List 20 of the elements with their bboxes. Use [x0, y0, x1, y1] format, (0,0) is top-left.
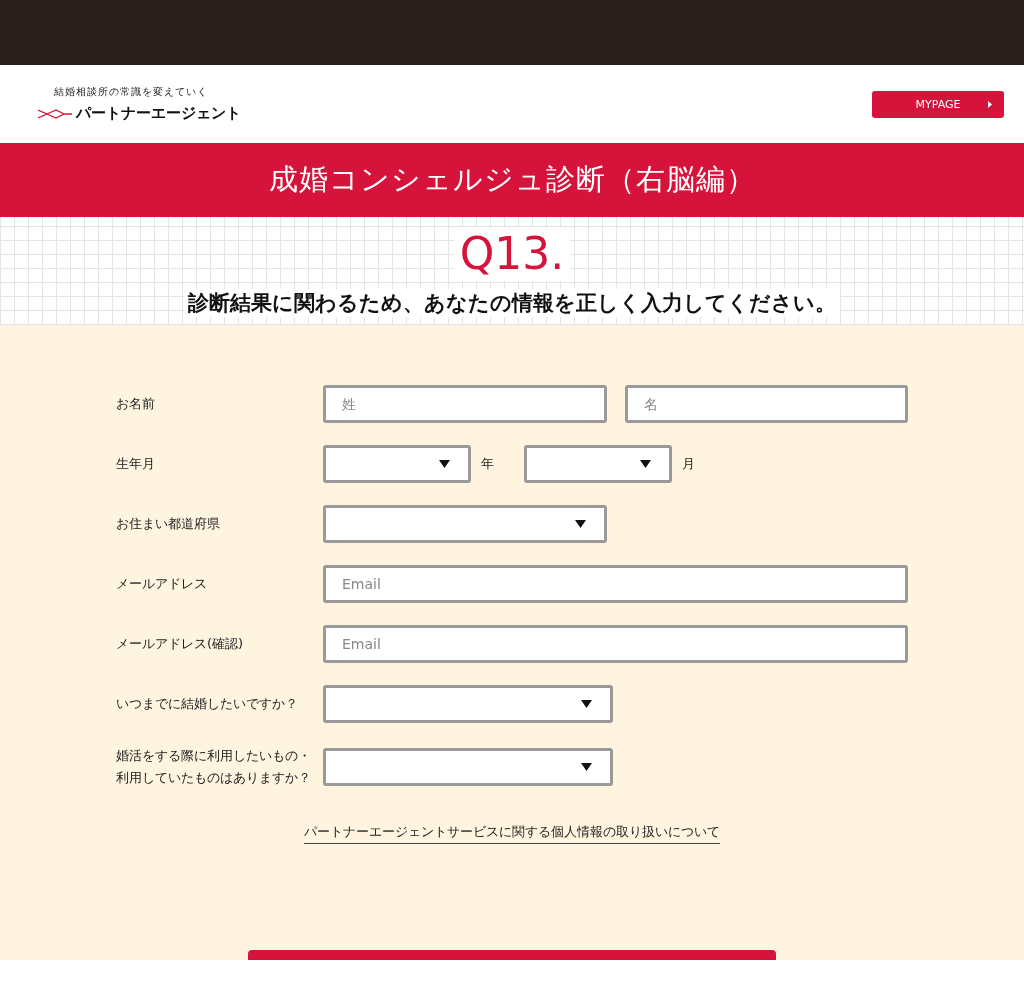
- field-label: いつまでに結婚したいですか？: [116, 695, 299, 713]
- text-input-field[interactable]: 姓: [323, 385, 607, 423]
- email-input-field[interactable]: Email: [323, 565, 908, 603]
- field-label: 生年月: [116, 455, 156, 473]
- field-label: メールアドレス: [116, 575, 208, 593]
- unit-label: 月: [682, 455, 695, 473]
- banner-title: 成婚コンシェルジュ診断（右脳編）: [268, 161, 756, 198]
- logo-tagline: 結婚相談所の常識を変えていく: [54, 85, 209, 99]
- brand-name: パートナーエージェント: [76, 104, 241, 123]
- text-input-field[interactable]: 名: [624, 385, 908, 423]
- field-label: お住まい都道府県: [116, 515, 221, 533]
- email-input-field[interactable]: Email: [323, 625, 908, 663]
- question-text: 診断結果に関わるため、あなたの情報を正しく入力してください。: [184, 289, 840, 317]
- privacy-link[interactable]: パートナーエージェントサービスに関する個人情報の取り扱いについて: [304, 823, 720, 844]
- unit-label: 年: [481, 455, 494, 473]
- question-number: Q13.: [453, 227, 571, 281]
- field-label: 婚活をする際に利用したいもの・利用していたものはありますか？: [116, 747, 312, 787]
- mypage-button[interactable]: MYPAGE: [872, 90, 1004, 118]
- field-label: メールアドレス(確認): [116, 635, 245, 653]
- field-label: お名前: [116, 395, 156, 413]
